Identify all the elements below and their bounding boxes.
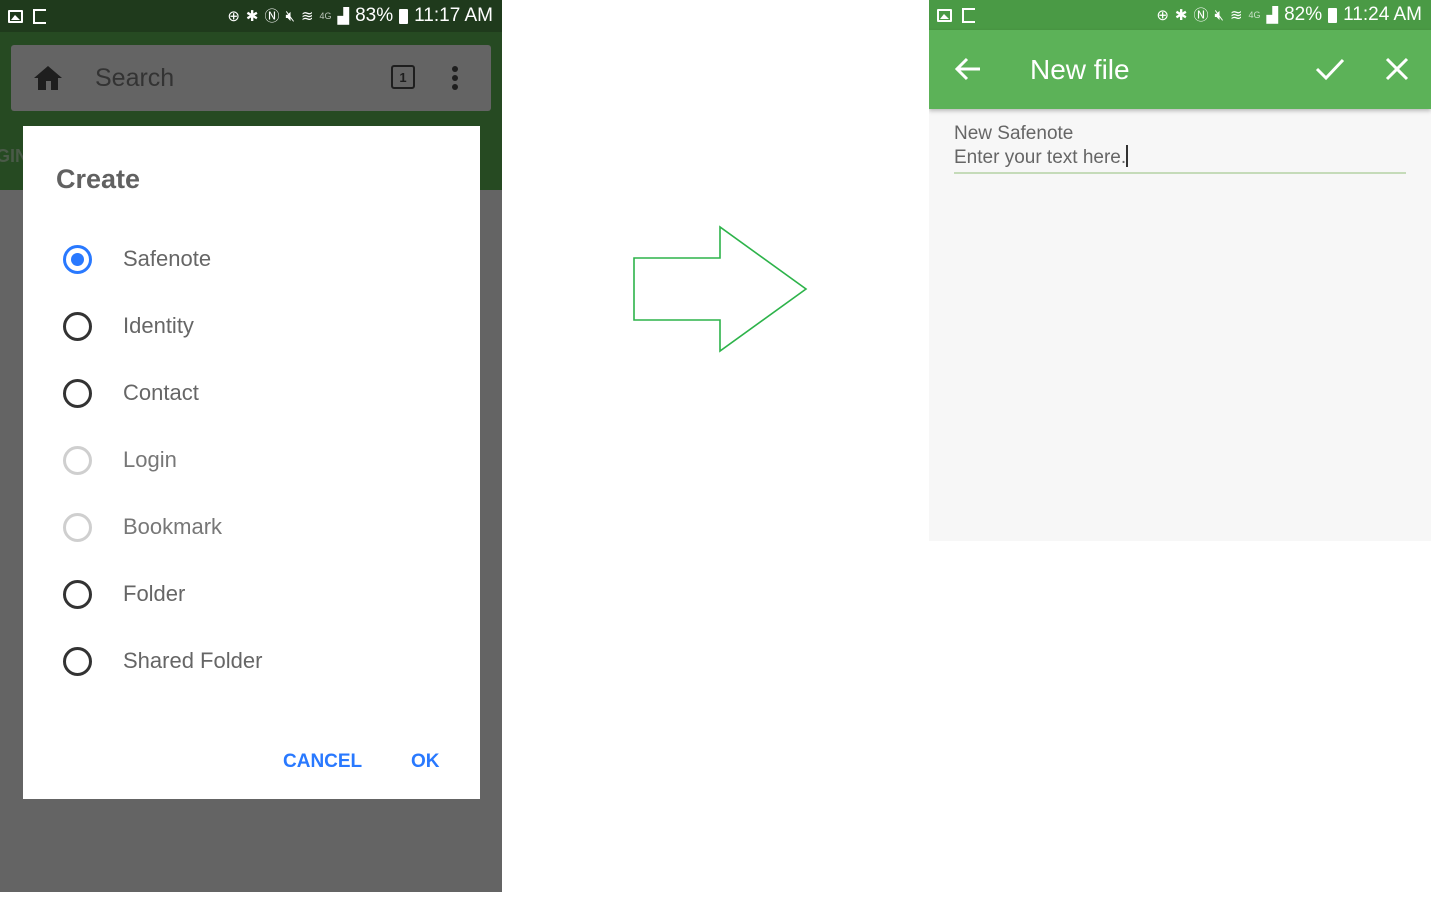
status-bar: ⊕ ✱ Ⓝ 🔇︎ ≋ 4G ▟ 83% 11:17 AM — [0, 0, 502, 32]
battery-percent: 83% — [355, 5, 394, 26]
arrow-right-icon — [633, 225, 808, 353]
nfc-icon: Ⓝ — [264, 7, 280, 25]
status-bar: ⊕ ✱ Ⓝ 🔇︎ ≋ 4G ▟ 82% 11:24 AM — [929, 0, 1431, 30]
text-field-underline — [954, 172, 1406, 174]
mute-icon: 🔇︎ — [1214, 6, 1224, 24]
option-folder[interactable]: Folder — [63, 574, 185, 614]
network-type: 4G — [1248, 9, 1261, 20]
right-screen: ⊕ ✱ Ⓝ 🔇︎ ≋ 4G ▟ 82% 11:24 AM New file Ne… — [929, 0, 1431, 541]
text-cursor — [1126, 145, 1128, 167]
toolbar-title: New file — [1030, 54, 1130, 85]
overflow-menu-icon[interactable] — [451, 66, 459, 92]
option-label: Shared Folder — [123, 648, 263, 673]
option-label: Folder — [123, 581, 186, 606]
option-identity[interactable]: Identity — [63, 306, 194, 346]
sync-notification-icon — [33, 8, 46, 24]
radio-unchecked-icon[interactable] — [63, 646, 92, 676]
toolbar: New file — [929, 30, 1431, 109]
radio-disabled-icon — [63, 445, 92, 475]
create-dialog: Create Safenote Identity Contact Login B… — [23, 126, 480, 799]
battery-icon — [1328, 7, 1338, 23]
option-shared-folder[interactable]: Shared Folder — [63, 641, 262, 681]
back-arrow-icon[interactable] — [954, 56, 982, 82]
cancel-button[interactable]: CANCEL — [283, 751, 362, 773]
network-type: 4G — [319, 10, 332, 21]
option-contact[interactable]: Contact — [63, 373, 199, 413]
sync-notification-icon — [962, 7, 975, 23]
battery-icon — [399, 8, 409, 24]
option-label: Contact — [123, 380, 199, 405]
note-text-field[interactable]: New Safenote Enter your text here. — [954, 122, 1406, 169]
clock: 11:17 AM — [414, 5, 493, 26]
note-title-line: New Safenote — [954, 123, 1074, 144]
data-saver-icon: ⊕ — [1156, 6, 1169, 24]
close-icon[interactable] — [1384, 56, 1410, 82]
option-safenote[interactable]: Safenote — [63, 239, 211, 279]
nfc-icon: Ⓝ — [1193, 6, 1209, 24]
option-label: Login — [123, 447, 177, 472]
gallery-notification-icon — [937, 8, 952, 22]
left-screen: GIN ⊕ ✱ Ⓝ 🔇︎ ≋ 4G ▟ 83% 11:17 AM Search … — [0, 0, 502, 892]
search-input[interactable]: Search — [95, 64, 174, 93]
battery-percent: 82% — [1284, 4, 1323, 25]
bluetooth-icon: ✱ — [1174, 6, 1188, 24]
data-saver-icon: ⊕ — [227, 7, 240, 25]
home-icon[interactable] — [33, 65, 63, 91]
option-label: Safenote — [123, 246, 212, 271]
radio-checked-icon[interactable] — [63, 244, 92, 274]
checkmark-icon[interactable] — [1315, 56, 1345, 82]
option-bookmark: Bookmark — [63, 507, 222, 547]
bluetooth-icon: ✱ — [245, 7, 259, 25]
radio-unchecked-icon[interactable] — [63, 579, 92, 609]
signal-icon: ▟ — [337, 7, 350, 25]
search-bar[interactable]: Search 1 — [11, 45, 491, 111]
ok-button[interactable]: OK — [411, 751, 440, 773]
option-label: Bookmark — [123, 514, 223, 539]
dialog-title: Create — [56, 164, 141, 194]
note-body-line: Enter your text here. — [954, 147, 1127, 168]
tab-count-icon[interactable]: 1 — [391, 65, 415, 89]
clock: 11:24 AM — [1343, 4, 1422, 25]
gallery-notification-icon — [8, 9, 23, 23]
wifi-icon: ≋ — [300, 7, 314, 25]
option-login: Login — [63, 440, 177, 480]
radio-unchecked-icon[interactable] — [63, 378, 92, 408]
wifi-icon: ≋ — [1229, 6, 1243, 24]
radio-unchecked-icon[interactable] — [63, 311, 92, 341]
option-label: Identity — [123, 313, 194, 338]
radio-disabled-icon — [63, 512, 92, 542]
signal-icon: ▟ — [1266, 6, 1279, 24]
mute-icon: 🔇︎ — [285, 7, 295, 25]
